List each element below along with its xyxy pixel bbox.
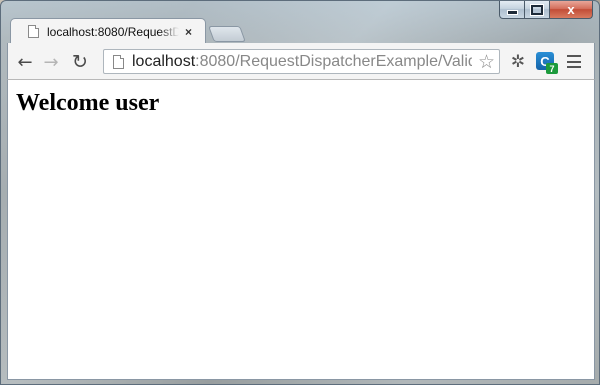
window-controls: x <box>499 1 593 20</box>
puzzle-icon[interactable]: ✲ <box>508 52 528 72</box>
close-icon: x <box>567 2 575 17</box>
toolbar: ← → ↻ localhost:8080/RequestDispatcherEx… <box>7 43 595 80</box>
tab-close-icon[interactable]: × <box>185 25 192 39</box>
page-heading: Welcome user <box>16 90 160 116</box>
tab-active[interactable]: localhost:8080/RequestDispatcherExample/… <box>10 18 206 44</box>
close-window-button[interactable]: x <box>550 1 593 19</box>
tab-title: localhost:8080/RequestDispatcherExample/… <box>47 24 179 39</box>
minimize-icon <box>506 10 518 15</box>
browser-window: x localhost:8080/RequestDispatcherExampl… <box>0 0 600 385</box>
maximize-button[interactable] <box>525 1 550 19</box>
page-content: Welcome user <box>7 80 595 380</box>
back-icon: ← <box>17 51 33 73</box>
page-icon <box>113 54 124 69</box>
address-text[interactable]: localhost:8080/RequestDispatcherExample/… <box>132 53 472 71</box>
minimize-button[interactable] <box>499 1 525 19</box>
star-icon[interactable]: ☆ <box>478 51 495 73</box>
new-tab-button[interactable] <box>208 26 246 42</box>
address-path: :8080/RequestDispatcherExample/Validate <box>195 52 472 70</box>
extension-badge: 7 <box>546 63 558 74</box>
forward-icon: → <box>43 51 59 73</box>
maximize-icon <box>530 3 544 16</box>
reload-icon: ↻ <box>72 51 88 73</box>
page-icon <box>28 25 39 38</box>
address-host: localhost <box>132 52 196 70</box>
back-button[interactable]: ← <box>15 51 35 73</box>
forward-button[interactable]: → <box>41 51 61 73</box>
address-bar[interactable]: localhost:8080/RequestDispatcherExample/… <box>103 49 500 74</box>
reload-button[interactable]: ↻ <box>70 51 90 73</box>
menu-icon[interactable] <box>567 55 581 68</box>
